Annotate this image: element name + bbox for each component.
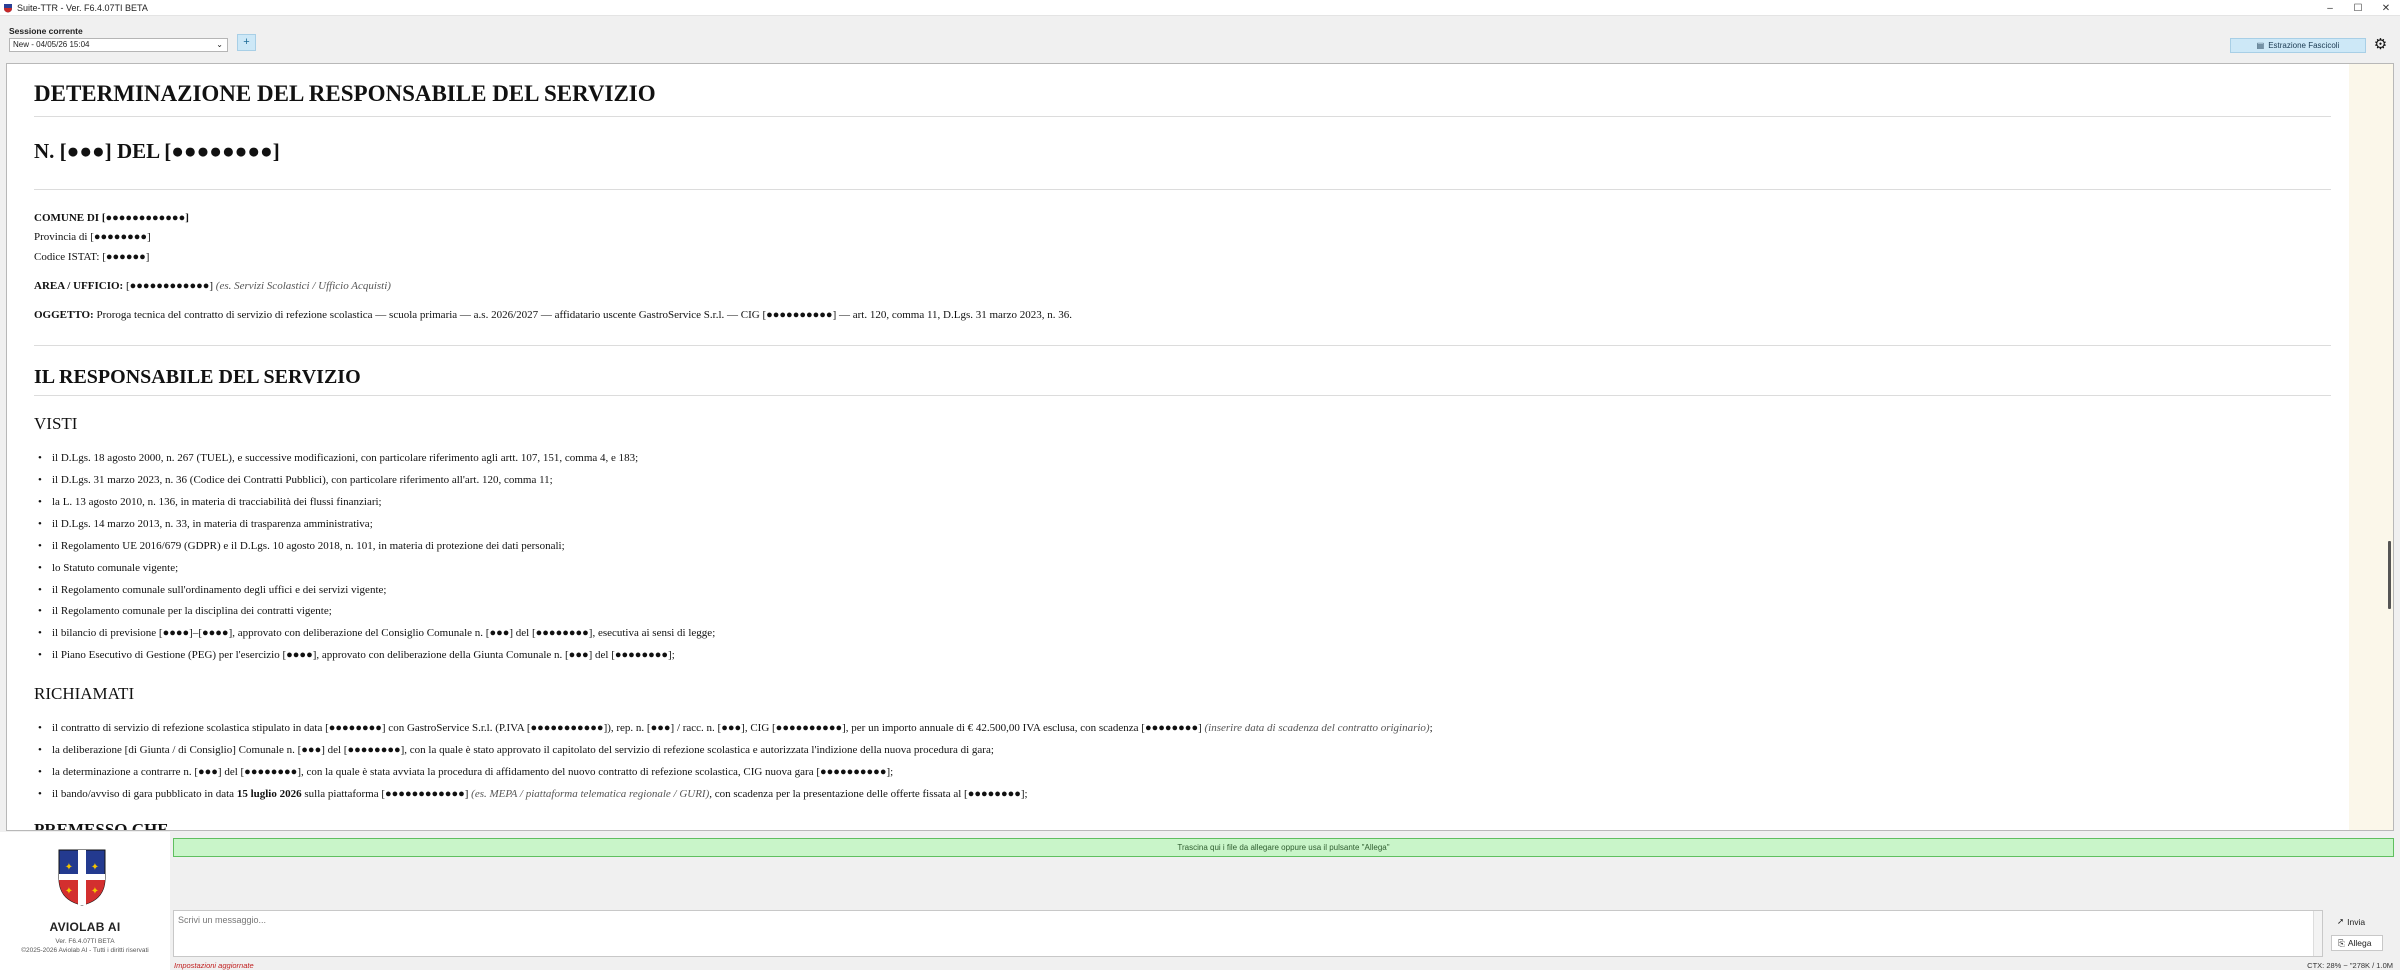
brand-version: Ver. F6.4.07TI BETA: [55, 938, 115, 945]
title-bar: Suite-TTR - Ver. F6.4.07TI BETA – ☐ ✕: [0, 0, 2400, 16]
side-strip: [2349, 64, 2393, 830]
richiamati-tail: ;: [1429, 722, 1433, 734]
svg-text:✦: ✦: [91, 886, 99, 897]
session-select[interactable]: New - 04/05/26 15:04 ⌄: [9, 38, 228, 52]
session-selected-value: New - 04/05/26 15:04: [13, 40, 90, 49]
area-hint: (es. Servizi Scolastici / Ufficio Acquis…: [215, 280, 391, 292]
visti-heading: VISTI: [34, 414, 78, 433]
visti-item: il D.Lgs. 18 agosto 2000, n. 267 (TUEL),…: [38, 452, 638, 464]
oggetto-value: Proroga tecnica del contratto di servizi…: [93, 309, 1072, 321]
visti-item: la L. 13 agosto 2010, n. 136, in materia…: [38, 496, 382, 508]
settings-updated-link[interactable]: Impostazioni aggiornate: [174, 961, 254, 970]
richiamati-item: il bando/avviso di gara pubblicato in da…: [38, 788, 1028, 800]
new-session-button[interactable]: +: [237, 34, 256, 51]
visti-item: il D.Lgs. 14 marzo 2013, n. 33, in mater…: [38, 518, 373, 530]
chevron-down-icon: ⌄: [216, 40, 223, 49]
maximize-button[interactable]: ☐: [2344, 0, 2372, 16]
divider: [34, 189, 2331, 190]
area-value: [●●●●●●●●●●●●]: [123, 280, 216, 292]
oggetto-line: OGGETTO: Proroga tecnica del contratto d…: [34, 309, 1072, 321]
send-button[interactable]: ➚ Invia: [2331, 914, 2383, 929]
gear-icon[interactable]: ⚙: [2371, 35, 2390, 54]
attach-label: Allega: [2347, 938, 2372, 948]
visti-item: il D.Lgs. 31 marzo 2023, n. 36 (Codice d…: [38, 474, 553, 486]
divider: [34, 395, 2331, 396]
richiamati-item: il contratto di servizio di refezione sc…: [38, 722, 1433, 734]
session-label: Sessione corrente: [9, 26, 83, 36]
brand-copyright: ©2025-2026 Aviolab AI - Tutti i diritti …: [21, 947, 149, 954]
richiamati-text: il contratto di servizio di refezione sc…: [52, 722, 1205, 734]
visti-item: il Regolamento comunale sull'ordinamento…: [38, 584, 386, 596]
paperclip-icon: ⎘: [2338, 937, 2345, 948]
bando-post: , con scadenza per la presentazione dell…: [709, 788, 1028, 800]
area-line: AREA / UFFICIO: [●●●●●●●●●●●●] (es. Serv…: [34, 280, 391, 292]
message-input[interactable]: Scrivi un messaggio...: [173, 910, 2323, 957]
document-title: DETERMINAZIONE DEL RESPONSABILE DEL SERV…: [34, 81, 656, 106]
app-shield-icon: [4, 3, 12, 12]
archive-icon: ▤: [2256, 41, 2265, 50]
divider: [34, 116, 2331, 117]
coat-of-arms-logo: ✦ ✦ ✦ ✦: [58, 849, 106, 906]
provincia-line: Provincia di [●●●●●●●●]: [34, 231, 151, 243]
richiamati-hint: (inserire data di scadenza del contratto…: [1204, 722, 1430, 734]
bando-hint: (es. MEPA / piattaforma telematica regio…: [471, 788, 710, 800]
brand-panel: ✦ ✦ ✦ ✦ AVIOLAB AI Ver. F6.4.07TI BETA ©…: [0, 832, 170, 970]
document-viewer[interactable]: DETERMINAZIONE DEL RESPONSABILE DEL SERV…: [6, 63, 2394, 831]
file-dropzone[interactable]: Trascina qui i file da allegare oppure u…: [173, 838, 2394, 857]
close-button[interactable]: ✕: [2372, 0, 2400, 16]
visti-item: il Piano Esecutivo di Gestione (PEG) per…: [38, 649, 675, 661]
window-title: Suite-TTR - Ver. F6.4.07TI BETA: [17, 2, 148, 13]
send-label: Invia: [2347, 916, 2366, 927]
bando-mid: sulla piattaforma [●●●●●●●●●●●●]: [301, 788, 472, 800]
section-heading: IL RESPONSABILE DEL SERVIZIO: [34, 366, 361, 388]
visti-item: il Regolamento comunale per la disciplin…: [38, 605, 332, 617]
richiamati-item: la deliberazione [di Giunta / di Consigl…: [38, 744, 994, 756]
message-placeholder: Scrivi un messaggio...: [178, 915, 267, 925]
document-number: N. [●●●] DEL [●●●●●●●●]: [34, 139, 280, 163]
richiamati-item: la determinazione a contrarre n. [●●●] d…: [38, 766, 893, 778]
bando-pre: il bando/avviso di gara pubblicato in da…: [52, 788, 237, 800]
richiamati-heading: RICHIAMATI: [34, 684, 135, 703]
visti-item: lo Statuto comunale vigente;: [38, 562, 178, 574]
svg-text:✦: ✦: [91, 862, 99, 873]
session-bar: Sessione corrente New - 04/05/26 15:04 ⌄…: [0, 17, 2400, 62]
attach-button[interactable]: ⎘ Allega: [2331, 935, 2383, 951]
extract-fascicoli-button[interactable]: ▤ Estrazione Fascicoli: [2230, 38, 2366, 53]
area-label: AREA / UFFICIO:: [34, 280, 124, 292]
svg-text:✦: ✦: [65, 862, 73, 873]
divider: [34, 345, 2331, 346]
oggetto-label: OGGETTO:: [34, 309, 94, 321]
visti-item: il Regolamento UE 2016/679 (GDPR) e il D…: [38, 540, 565, 552]
document-scrollbar[interactable]: [2388, 541, 2391, 609]
context-usage: CTX: 28% ~ "278K / 1.0M: [2307, 961, 2393, 970]
send-icon: ➚: [2337, 916, 2345, 926]
visti-item: il bilancio di previsione [●●●●]–[●●●●],…: [38, 627, 715, 639]
comune-line: COMUNE DI [●●●●●●●●●●●●]: [34, 212, 189, 224]
bando-date: 15 luglio 2026: [236, 788, 302, 800]
extract-fascicoli-label: Estrazione Fascicoli: [2268, 41, 2340, 50]
minimize-button[interactable]: –: [2316, 0, 2344, 16]
svg-text:✦: ✦: [65, 886, 73, 897]
brand-name: AVIOLAB AI: [49, 920, 121, 934]
istat-line: Codice ISTAT: [●●●●●●]: [34, 251, 150, 263]
message-scrollbar[interactable]: [2313, 911, 2322, 956]
premesso-heading: PREMESSO CHE: [34, 820, 169, 831]
